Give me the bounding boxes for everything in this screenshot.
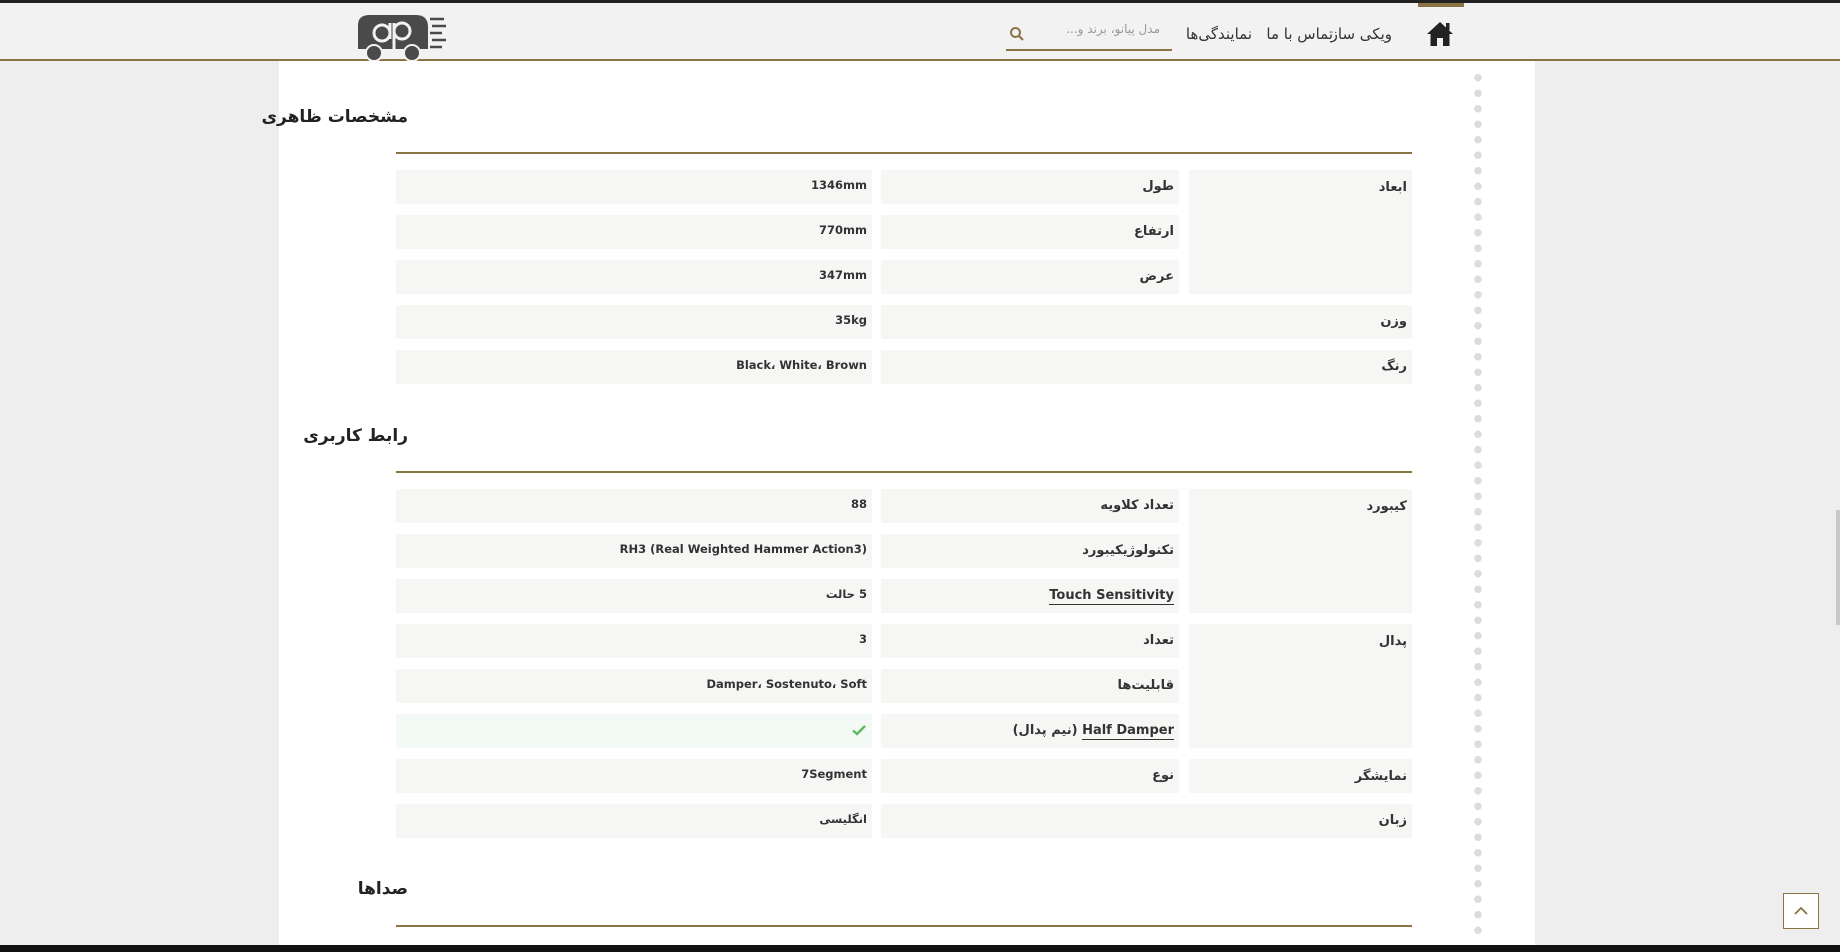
spec-value: 347mm (819, 268, 867, 282)
spec-value-cell: 1346mm (396, 170, 872, 204)
spec-value: 7Segment (801, 767, 867, 781)
site-logo[interactable] (352, 9, 448, 65)
spec-value-cell: 347mm (396, 260, 872, 294)
section-title-appearance: مشخصات ظاهری (261, 107, 408, 127)
spec-label-cell: نوع (881, 759, 1179, 793)
spec-value: (RH3 (Real Weighted Hammer Action3 (619, 542, 867, 556)
scroll-to-top-button[interactable] (1783, 893, 1819, 929)
spec-label-cell: قابلیت‌ها (881, 669, 1179, 703)
spec-group-display: نمایشگر (1189, 759, 1412, 793)
spec-value-cell: 7Segment (396, 759, 872, 793)
spec-label: عرض (1139, 269, 1174, 284)
spec-group-keyboard: کیبورد (1189, 489, 1412, 613)
spec-label-cell: تعداد (881, 624, 1179, 658)
spec-value: 5 حالت (825, 587, 867, 601)
home-active-indicator (1418, 3, 1464, 7)
spec-value-cell: 35kg (396, 305, 872, 339)
spec-group-label: نمایشگر (1354, 769, 1407, 784)
taskbar-strip (0, 945, 1840, 952)
spec-label-cell: وزن (881, 305, 1412, 339)
spec-value: Black، White، Brown (736, 358, 867, 372)
section-divider (396, 471, 1412, 473)
spec-value-cell: انگلیسی (396, 804, 872, 838)
glossary-link-touch-sensitivity[interactable]: Touch Sensitivity (1049, 588, 1174, 605)
spec-label: رنگ (1381, 359, 1407, 374)
spec-label-cell: ارتفاع (881, 215, 1179, 249)
spec-value-cell (396, 714, 872, 748)
spec-value-cell: Damper، Sostenuto، Soft (396, 669, 872, 703)
spec-label-cell: زبان (881, 804, 1412, 838)
spec-value: 88 (850, 497, 867, 511)
spec-label-suffix: (نیم پدال) (1012, 723, 1083, 738)
spec-label: Half Damper (نیم پدال) (1012, 723, 1174, 740)
spec-group-pedal: پدال (1189, 624, 1412, 748)
spec-value-cell: 3 (396, 624, 872, 658)
spec-label: نوع (1152, 768, 1174, 783)
spec-label-cell: رنگ (881, 350, 1412, 384)
spec-label: تکنولوژیکیبورد (1082, 543, 1174, 558)
spec-value: 1346mm (811, 178, 867, 192)
spec-value: 35kg (835, 313, 867, 327)
spec-value-cell: 88 (396, 489, 872, 523)
spec-label: وزن (1380, 314, 1407, 329)
spec-value-cell: (RH3 (Real Weighted Hammer Action3 (396, 534, 872, 568)
spec-group-label: پدال (1378, 634, 1407, 649)
section-divider (396, 925, 1412, 927)
search-box (1006, 15, 1172, 51)
spec-label: تعداد (1143, 633, 1174, 648)
section-divider (396, 152, 1412, 154)
spec-label-cell: تکنولوژیکیبورد (881, 534, 1179, 568)
dotted-divider (1473, 70, 1483, 938)
spec-label: زبان (1378, 813, 1407, 828)
top-navbar: ویکی ساز تماس با ما نمایندگی‌ها (0, 0, 1840, 62)
spec-value: Damper، Sostenuto، Soft (706, 677, 867, 691)
nav-link-dealers[interactable]: نمایندگی‌ها (1186, 25, 1252, 43)
spec-group-label: ابعاد (1378, 180, 1407, 195)
spec-value-cell: 770mm (396, 215, 872, 249)
spec-label: ارتفاع (1134, 224, 1174, 239)
spec-group-dimensions: ابعاد (1189, 170, 1412, 294)
check-icon (852, 725, 866, 736)
nav-link-wiki[interactable]: ویکی ساز (1331, 25, 1392, 43)
search-icon[interactable] (1009, 26, 1025, 42)
spec-label-cell: طول (881, 170, 1179, 204)
spec-label: طول (1142, 179, 1174, 194)
spec-label-cell: عرض (881, 260, 1179, 294)
glossary-link-half-damper[interactable]: Half Damper (1082, 723, 1174, 740)
nav-link-contact[interactable]: تماس با ما (1266, 25, 1333, 43)
spec-group-label: کیبورد (1366, 499, 1407, 514)
chevron-up-icon (1794, 906, 1808, 915)
spec-value-cell: Black، White، Brown (396, 350, 872, 384)
spec-label-cell: تعداد کلاویه (881, 489, 1179, 523)
spec-value-cell: 5 حالت (396, 579, 872, 613)
spec-label: تعداد کلاویه (1100, 498, 1174, 513)
section-title-sounds: صداها (357, 879, 408, 899)
spec-label-cell: Half Damper (نیم پدال) (881, 714, 1179, 748)
spec-label-cell: Touch Sensitivity (881, 579, 1179, 613)
section-title-interface: رابط کاربری (303, 426, 408, 446)
home-icon[interactable] (1425, 19, 1455, 49)
spec-value: 770mm (819, 223, 867, 237)
spec-value: 3 (858, 632, 867, 646)
search-input[interactable] (1036, 21, 1162, 37)
scrollbar-thumb[interactable] (1836, 510, 1840, 625)
spec-label: قابلیت‌ها (1117, 678, 1174, 693)
spec-value: انگلیسی (819, 812, 867, 826)
